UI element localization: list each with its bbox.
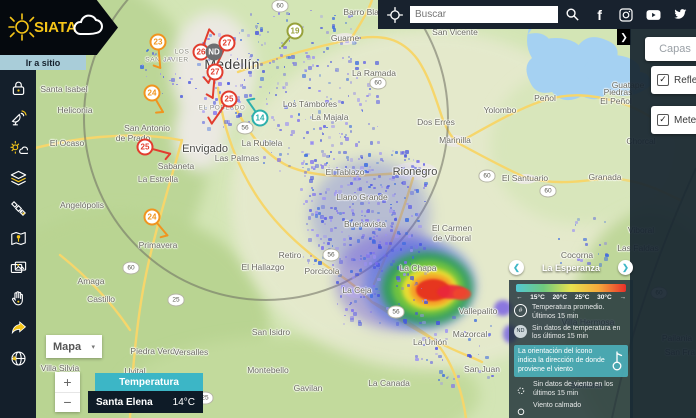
layer-label: Reflect [674, 75, 696, 86]
station-marker[interactable]: 24 [144, 209, 161, 226]
sun-cloud-icon[interactable] [8, 138, 28, 158]
top-bar: f [378, 0, 696, 29]
station-marker[interactable]: 25 [221, 91, 238, 108]
chevron-down-icon: ▾ [91, 343, 95, 351]
scale-tick: 20°C [553, 294, 568, 301]
meteograms-checkbox[interactable]: ✓ [657, 114, 669, 126]
layer-label: Meteor [674, 115, 696, 126]
map-pin-icon[interactable] [8, 228, 28, 248]
next-station-button[interactable]: ❯ [618, 260, 633, 275]
zoom-control: + − [55, 372, 80, 412]
legend-panel: ← 15°C 20°C 25°C 30°C → # Temperatura promedio… [509, 280, 633, 418]
legend-temp-icon: # [514, 304, 527, 317]
legend-row: ND Sin datos de temperatura en los último… [514, 325, 628, 343]
share-icon[interactable] [8, 318, 28, 338]
legend-row-text: Sin datos de temperatura en los últimos … [532, 325, 628, 343]
wind-calm-icon [514, 402, 528, 416]
scale-tick: 15°C [530, 294, 545, 301]
satellite-dish-icon[interactable] [8, 108, 28, 128]
station-marker[interactable]: 27 [207, 64, 224, 81]
app: MedellínEnvigadoRionegroSAN JAVIERLOSEL … [0, 0, 696, 418]
temperature-scale: ← 15°C 20°C 25°C 30°C → [516, 294, 626, 301]
station-marker[interactable]: 23 [150, 34, 167, 51]
map-type-dropdown[interactable]: Mapa ▾ [46, 335, 102, 358]
hand-icon[interactable] [8, 288, 28, 308]
sidebar [0, 70, 36, 418]
go-to-site-button[interactable]: Ir a sitio [0, 55, 86, 70]
tooltip-station: Santa Elena [96, 397, 153, 408]
crosshair-icon[interactable] [383, 3, 407, 27]
temperature-gradient-bar [516, 284, 626, 292]
legend-row: Sin datos de viento en los últimos 15 mi… [514, 381, 628, 399]
zoom-in-button[interactable]: + [55, 372, 80, 393]
facebook-icon[interactable]: f [588, 3, 612, 27]
wind-note-text: La orientación del ícono indica la direc… [518, 348, 606, 374]
layers-panel: Capas ✓ Reflect ✓ Meteor [630, 29, 696, 418]
wind-direction-icon [610, 350, 624, 372]
layer-item-meteograms: ✓ Meteor [651, 106, 696, 134]
twitter-icon[interactable] [668, 3, 692, 27]
youtube-icon[interactable] [641, 3, 665, 27]
siata-logo[interactable]: SIATA [0, 0, 118, 55]
layers-icon[interactable] [8, 168, 28, 188]
search-icon[interactable] [561, 3, 585, 27]
legend-row-text: Sin datos de viento en los últimos 15 mi… [533, 381, 628, 399]
scale-tick: 30°C [597, 294, 612, 301]
prev-station-button[interactable]: ❮ [509, 260, 524, 275]
station-marker[interactable]: 24 [144, 85, 161, 102]
instagram-icon[interactable] [614, 3, 638, 27]
globe-icon[interactable] [8, 348, 28, 368]
zoom-out-button[interactable]: − [55, 393, 80, 413]
reflectivity-checkbox[interactable]: ✓ [657, 74, 669, 86]
logo-text: SIATA [34, 19, 77, 36]
station-marker[interactable]: 27 [219, 35, 236, 52]
scale-tick: ← [516, 294, 523, 301]
station-marker[interactable]: 25 [137, 139, 154, 156]
scale-tick: 25°C [575, 294, 590, 301]
map-type-label: Mapa [53, 341, 81, 353]
legend-station-name: La Esperanza [542, 263, 600, 273]
scale-tick: → [619, 294, 626, 301]
lock-icon[interactable] [8, 78, 28, 98]
wind-nodata-icon [514, 381, 528, 395]
tooltip-header: Temperatura [95, 373, 203, 391]
legend-row-text: Temperatura promedio. Últimos 15 min [532, 304, 628, 322]
panel-collapse-button[interactable]: ❯ [617, 29, 631, 45]
layer-item-reflectivity: ✓ Reflect [651, 66, 696, 94]
tooltip-body: Santa Elena 14°C [88, 391, 203, 413]
search-input[interactable] [410, 6, 558, 23]
layers-panel-title[interactable]: Capas [645, 37, 696, 61]
satellite-icon[interactable] [8, 198, 28, 218]
station-marker[interactable]: 19 [287, 23, 304, 40]
tooltip-value: 14°C [173, 397, 195, 408]
station-marker[interactable]: 14 [252, 110, 269, 127]
legend-row: # Temperatura promedio. Últimos 15 min [514, 304, 628, 322]
legend-row: Viento calmado [514, 402, 628, 416]
legend-temp-icon: ND [514, 325, 527, 338]
wind-note: La orientación del ícono indica la direc… [514, 345, 628, 377]
legend-row-text: Viento calmado [533, 402, 581, 411]
images-icon[interactable] [8, 258, 28, 278]
legend-station-nav: ❮ La Esperanza ❯ [509, 259, 633, 276]
